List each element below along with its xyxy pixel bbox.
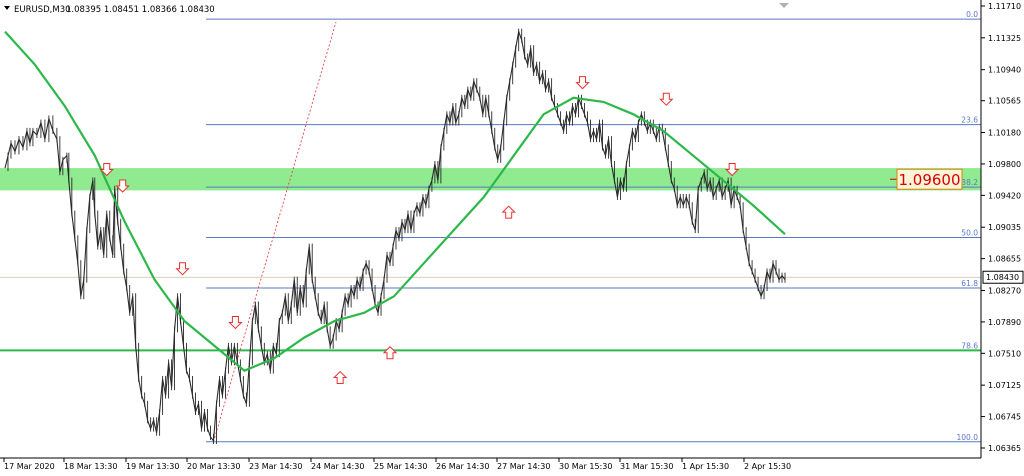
ohlc-values: 1.08395 1.08451 1.08366 1.08430: [66, 5, 215, 15]
x-tick-label: 23 Mar 14:30: [249, 462, 302, 471]
zone-price-label: 1.09600: [898, 171, 960, 189]
fib-level-label-0: 0.0: [966, 10, 978, 19]
fib-level-label-2: 38.2: [961, 178, 978, 187]
y-tick-label: 1.07125: [988, 381, 1021, 390]
fib-level-label-6: 100.0: [957, 433, 979, 442]
y-tick-label: 1.09035: [988, 223, 1021, 232]
x-tick-label: 2 Apr 15:30: [744, 462, 791, 471]
y-tick-label: 1.11710: [988, 2, 1021, 11]
x-tick-label: 27 Mar 14:30: [497, 462, 550, 471]
x-tick-label: 24 Mar 14:30: [311, 462, 364, 471]
y-tick-label: 1.07890: [988, 318, 1021, 327]
y-tick-label: 1.10565: [988, 97, 1021, 106]
chart: 0.0 23.6 38.2 50.0 61.8 78.6 100.0 1.11710 1.11…: [0, 0, 1024, 476]
y-tick-label: 1.09420: [988, 191, 1021, 200]
y-tick-label: 1.10940: [988, 66, 1021, 75]
y-tick-label: 1.07510: [988, 349, 1021, 358]
y-tick-label: 1.11325: [988, 34, 1021, 43]
x-tick-label: 30 Mar 15:30: [559, 462, 612, 471]
y-tick-label: 1.06745: [988, 413, 1021, 422]
symbol-label: EURUSD,M30: [14, 5, 71, 15]
current-price-label: 1.08430: [986, 273, 1019, 282]
x-tick-label: 20 Mar 13:30: [187, 462, 240, 471]
y-tick-label: 1.08655: [988, 255, 1021, 264]
fib-level-label-5: 78.6: [961, 341, 978, 350]
fib-level-label-3: 50.0: [961, 229, 978, 238]
y-tick-label: 1.06365: [988, 444, 1021, 453]
x-tick-label: 17 Mar 2020: [4, 462, 55, 471]
x-tick-label: 18 Mar 13:30: [64, 462, 117, 471]
fib-level-label-4: 61.8: [961, 279, 978, 288]
y-tick-label: 1.08270: [988, 286, 1021, 295]
x-tick-label: 1 Apr 15:30: [682, 462, 729, 471]
chart-svg: 0.0 23.6 38.2 50.0 61.8 78.6 100.0 1.11710 1.11…: [0, 0, 1024, 476]
x-tick-label: 26 Mar 14:30: [436, 462, 489, 471]
x-tick-label: 25 Mar 14:30: [374, 462, 427, 471]
x-tick-label: 31 Mar 15:30: [620, 462, 673, 471]
y-tick-label: 1.09800: [988, 160, 1021, 169]
fib-level-label-1: 23.6: [961, 116, 978, 125]
x-tick-label: 19 Mar 13:30: [126, 462, 179, 471]
y-tick-label: 1.10180: [988, 129, 1021, 138]
